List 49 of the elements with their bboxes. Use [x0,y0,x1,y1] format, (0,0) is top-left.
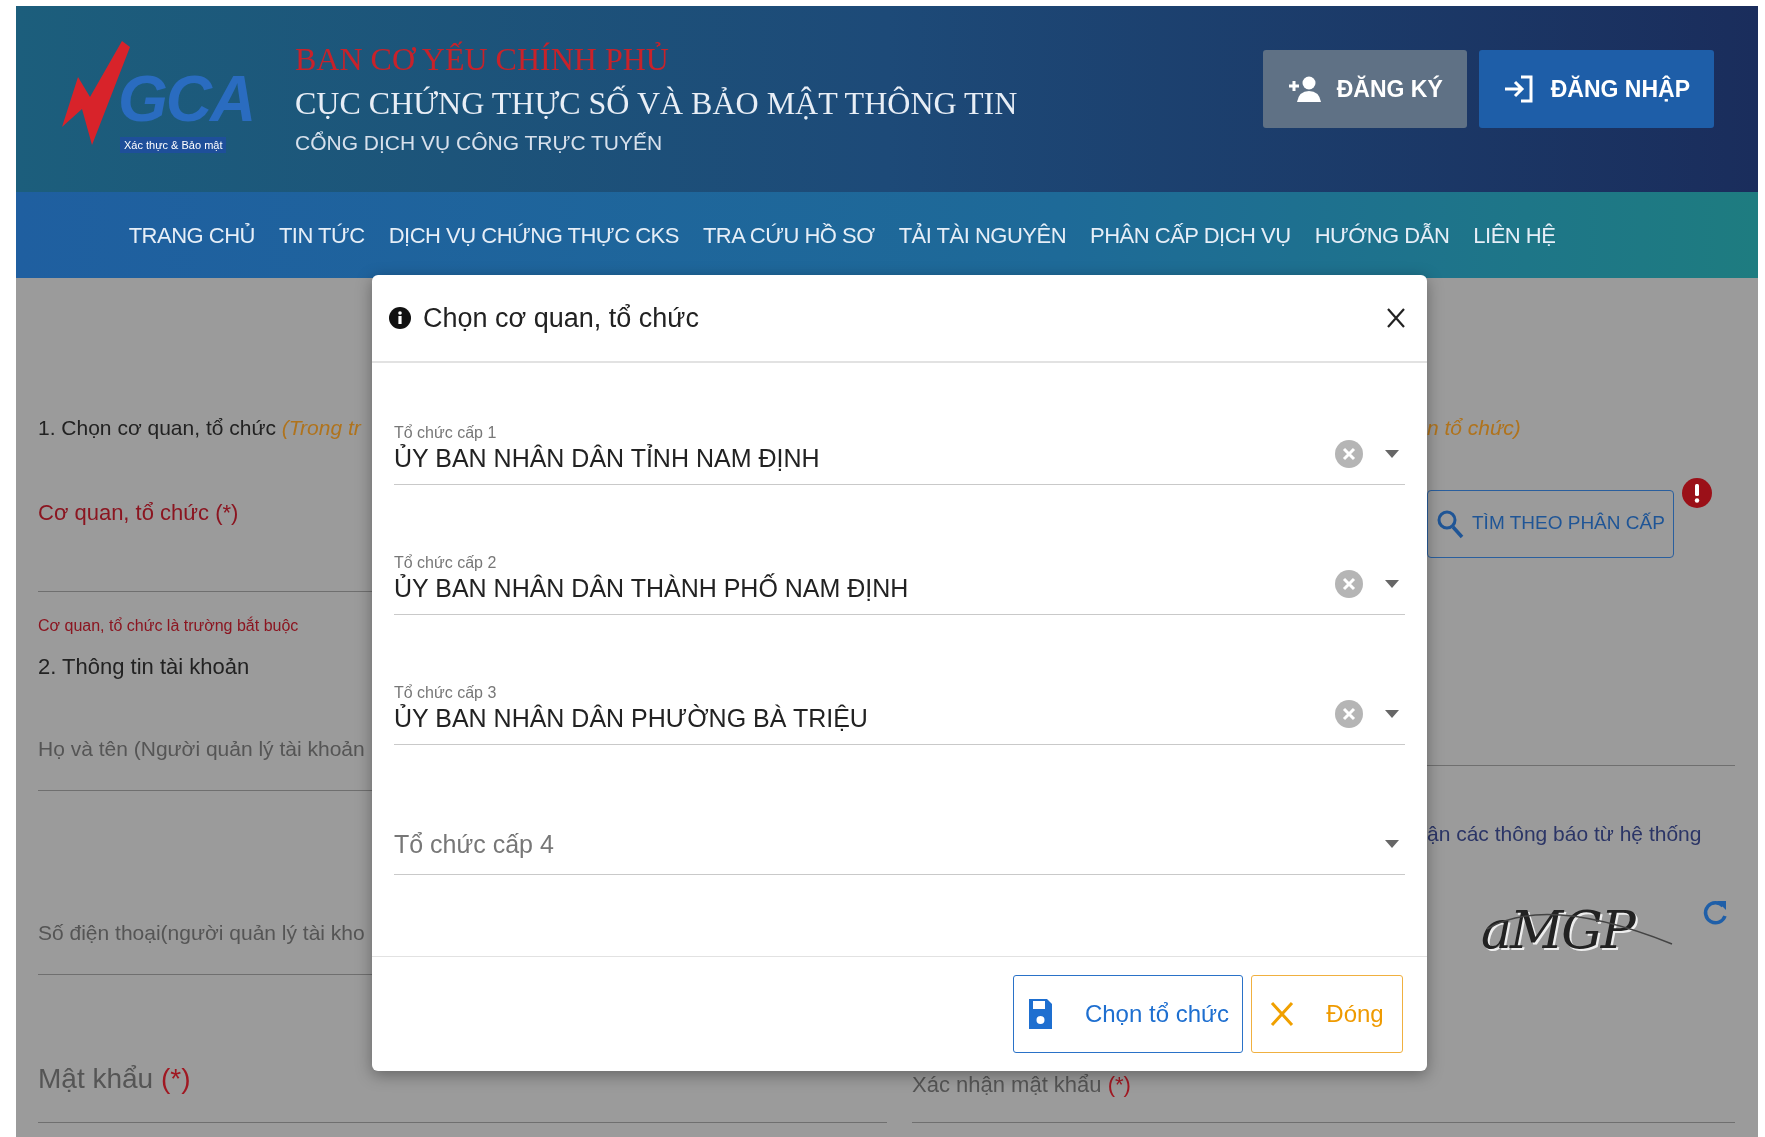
error-alert-icon [1681,477,1712,508]
section-title: 1. Chọn cơ quan, tổ chức [38,416,276,439]
sign-in-icon [1502,74,1535,104]
field-label: Tổ chức cấp 2 [394,554,498,572]
logo-tagline: Xác thực & Bảo mật [120,136,227,153]
dialog-title: Chọn cơ quan, tổ chức [423,301,699,335]
dropdown-caret-icon[interactable] [1385,710,1399,718]
organization-select[interactable]: Tổ chức cấp 4 [394,785,1405,875]
nav-link[interactable]: TẢI TÀI NGUYÊN [898,218,1067,252]
user-plus-icon [1286,75,1321,103]
field-label: Tổ chức cấp 3 [394,684,498,702]
field-placeholder: Tổ chức cấp 4 [394,829,555,860]
nav-link[interactable]: PHÂN CẤP DỊCH VỤ [1090,218,1291,252]
save-icon [1026,997,1053,1031]
nav-link[interactable]: TIN TỨC [278,218,365,252]
nav-link[interactable]: LIÊN HỆ [1473,218,1556,252]
field-label: Tổ chức cấp 1 [394,424,498,442]
notification-label: ận các thông báo từ hệ thống [1427,820,1703,847]
captcha-image: aMGP [1477,889,1677,959]
section-title: 2. Thông tin tài khoản [38,652,251,681]
search-hierarchy-button[interactable]: TÌM THEO PHÂN CẤP [1427,489,1674,558]
dropdown-caret-icon[interactable] [1385,450,1399,458]
department-name: CỤC CHỨNG THỰC SỐ VÀ BẢO MẬT THÔNG TIN [295,84,1018,123]
logo-text: GCA [118,66,255,131]
section-note: (Trong tr [281,416,361,439]
dropdown-caret-icon[interactable] [1385,580,1399,588]
field-value: ỦY BAN NHÂN DÂN PHƯỜNG BÀ TRIỆU [394,703,869,734]
nav-link[interactable]: TRA CỨU HỒ SƠ [702,218,875,252]
error-message: Cơ quan, tổ chức là trường bắt buộc [38,615,300,636]
login-button[interactable]: ĐĂNG NHẬP [1478,50,1714,128]
register-button[interactable]: ĐĂNG KÝ [1262,50,1467,128]
close-icon[interactable] [1387,308,1405,328]
site-logo[interactable]: GCA Xác thực & Bảo mật [60,36,265,162]
nav-link[interactable]: HƯỚNG DẪN [1314,218,1450,252]
portal-name: CỔNG DỊCH VỤ CÔNG TRỰC TUYẾN [295,130,664,156]
organization-select[interactable]: Tổ chức cấp 2 ỦY BAN NHÂN DÂN THÀNH PHỐ NAM ĐỊNH [394,525,1405,615]
organization-select[interactable]: Tổ chức cấp 1 ỦY BAN NHÂN DÂN TỈNH NAM ĐỊNH [394,395,1405,485]
field-value: ỦY BAN NHÂN DÂN TỈNH NAM ĐỊNH [394,443,821,474]
search-icon [1436,508,1464,539]
info-icon [389,307,411,329]
nav-link[interactable]: DỊCH VỤ CHỨNG THỰC CKS [388,218,679,252]
field-value: ỦY BAN NHÂN DÂN THÀNH PHỐ NAM ĐỊNH [394,572,910,604]
nav-link[interactable]: TRANG CHỦ [128,218,255,252]
section-note: n tổ chức) [1427,415,1522,441]
select-organization-button[interactable]: Chọn tổ chức [1013,975,1243,1053]
organization-select[interactable]: Tổ chức cấp 3 ỦY BAN NHÂN DÂN PHƯỜNG BÀ TRIỆU [394,655,1405,745]
dropdown-caret-icon[interactable] [1385,840,1399,848]
agency-name: BAN CƠ YẾU CHÍNH PHỦ [295,40,670,79]
close-icon [1270,1001,1295,1027]
